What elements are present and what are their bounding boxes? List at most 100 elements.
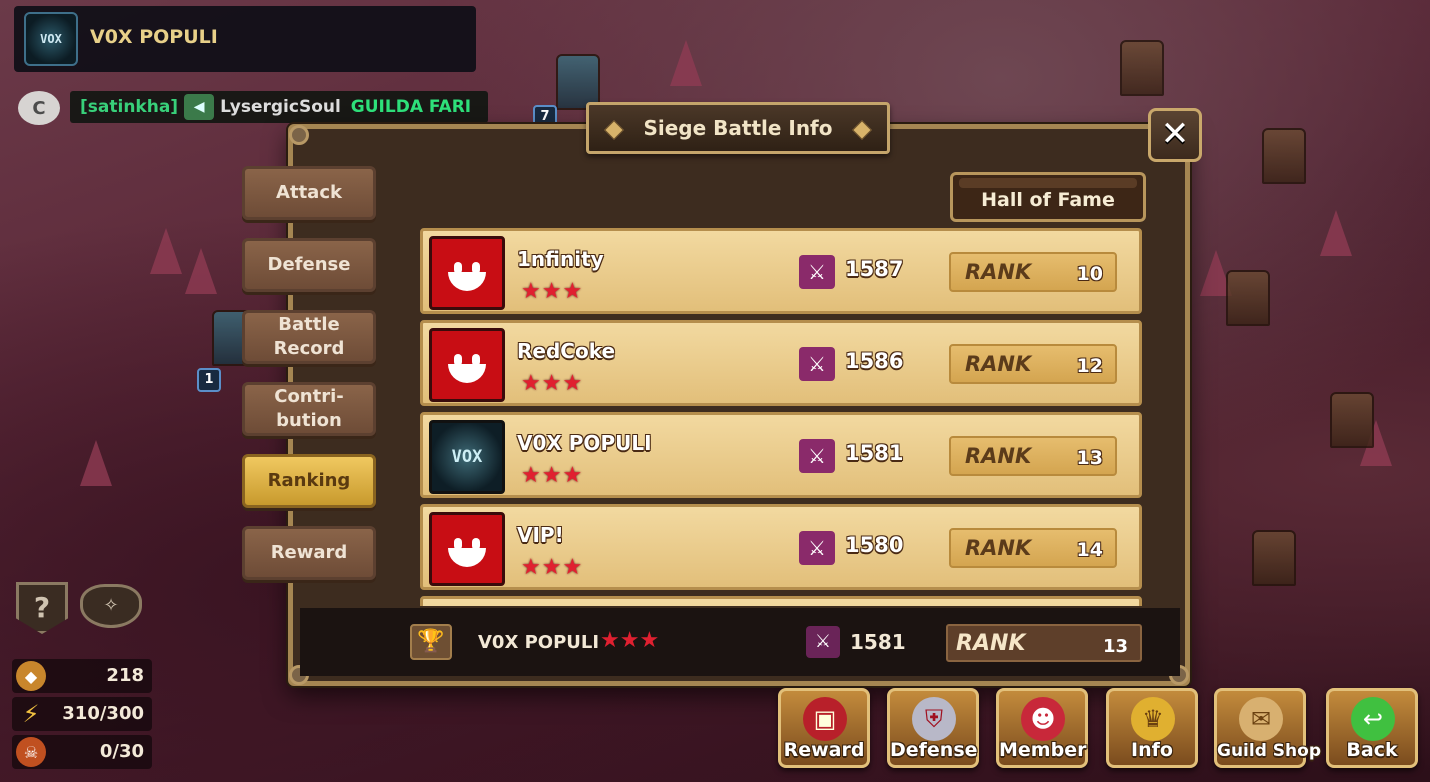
rank-label: RANK [965, 444, 1032, 468]
button-label: Reward [783, 739, 865, 761]
guild-header: VOX V0X POPULI [14, 6, 476, 72]
star-rating: ★★★ [521, 279, 584, 304]
my-guild-ranking: 🏆 V0X POPULI ★★★ ⚔ 1581 RANK 13 [300, 608, 1180, 676]
map-tower[interactable] [1262, 128, 1306, 184]
diamond-ornament [604, 120, 624, 140]
map-tower[interactable] [1330, 392, 1374, 448]
chat-user: [satinkha] [80, 97, 179, 117]
guild-avatar [429, 236, 505, 310]
crossed-swords-icon: ⚔ [799, 439, 835, 473]
map-marker[interactable]: 1 [197, 368, 221, 392]
guild-name: V0X POPULI [517, 431, 652, 455]
map-tree [185, 248, 217, 294]
guild-name: RedCoke [517, 339, 616, 363]
smile-icon [444, 526, 490, 572]
map-tree [150, 228, 182, 274]
rank-number: 13 [1076, 447, 1103, 469]
ranking-row[interactable]: VIP! ★★★ ⚔ 1580 RANK 14 [420, 504, 1142, 590]
rank-badge: RANK 10 [949, 252, 1117, 292]
rank-badge: RANK 12 [949, 344, 1117, 384]
tab-label: Contri-bution [274, 386, 344, 431]
button-label: Defense [890, 739, 978, 761]
tab-reward[interactable]: Reward [242, 526, 376, 580]
button-label: Info [1131, 739, 1173, 761]
back-button[interactable]: ↩ Back [1326, 688, 1418, 768]
guild-name: VIP! [517, 523, 564, 547]
resource-value: 218 [106, 665, 144, 686]
button-label: Back [1346, 739, 1398, 761]
resource-guild-points: ☠ 0/30 [12, 735, 152, 769]
reward-button[interactable]: ▣ Reward [778, 688, 870, 768]
guild-avatar [429, 328, 505, 402]
map-tower[interactable] [1226, 270, 1270, 326]
tab-contribution[interactable]: Contri-bution [242, 382, 376, 436]
resource-guild-coin: ◆ 218 [12, 659, 152, 693]
star-rating: ★★★ [521, 371, 584, 396]
ranking-row[interactable]: 1nfinity ★★★ ⚔ 1587 RANK 10 [420, 228, 1142, 314]
guild-score: 1587 [845, 257, 904, 281]
my-guild-stars: ★★★ [600, 628, 660, 653]
guild-emblem: VOX [24, 12, 78, 66]
guild-name: V0X POPULI [90, 26, 218, 48]
tab-battle-record[interactable]: Battle Record [242, 310, 376, 364]
energy-icon: ⚡ [22, 700, 40, 728]
rank-emblem-button[interactable]: ✧ [80, 584, 142, 628]
chat-sender-name: LysergicSoul [220, 97, 341, 117]
guild-score: 1580 [845, 533, 904, 557]
guild-score: 1581 [845, 441, 904, 465]
rank-number: 14 [1076, 539, 1103, 561]
tab-ranking[interactable]: Ranking [242, 454, 376, 508]
tab-defense[interactable]: Defense [242, 238, 376, 292]
ranking-row[interactable]: RedCoke ★★★ ⚔ 1586 RANK 12 [420, 320, 1142, 406]
close-icon: ✕ [1160, 114, 1190, 154]
button-label: Guild Shop [1217, 741, 1321, 761]
guild-shop-button[interactable]: ✉ Guild Shop [1214, 688, 1321, 768]
chest-icon: ▣ [803, 697, 847, 741]
guild-name: 1nfinity [517, 247, 604, 271]
panel-title: Siege Battle Info [643, 116, 833, 140]
crossed-swords-icon: ⚔ [799, 531, 835, 565]
rank-label: RANK [965, 260, 1032, 284]
rank-number: 12 [1076, 355, 1103, 377]
shop-icon: ✉ [1239, 697, 1283, 741]
button-label: Member [999, 739, 1087, 761]
guild-points-icon: ☠ [16, 737, 46, 767]
shield-icon: ⛨ [912, 697, 956, 741]
rank-number: 13 [1102, 636, 1128, 657]
panel-title-plate: Siege Battle Info [586, 102, 890, 154]
close-button[interactable]: ✕ [1148, 108, 1202, 162]
chat-line[interactable]: [satinkha] ◀ LysergicSoul GUILDA FARI [70, 91, 488, 123]
ranking-row-partial[interactable] [420, 596, 1142, 606]
star-rating: ★★★ [521, 555, 584, 580]
ranking-list[interactable]: 1nfinity ★★★ ⚔ 1587 RANK 10 RedCoke ★★★ … [420, 228, 1142, 606]
defense-button[interactable]: ⛨ Defense [887, 688, 979, 768]
back-arrow-icon: ↩ [1351, 697, 1395, 741]
resource-value: 0/30 [99, 741, 144, 762]
map-tower[interactable] [1252, 530, 1296, 586]
rank-badge: RANK 14 [949, 528, 1117, 568]
my-guild-rank-badge: RANK 13 [946, 624, 1142, 662]
megaphone-icon: ◀ [184, 94, 215, 120]
info-button[interactable]: ♛ Info [1106, 688, 1198, 768]
chat-message: GUILDA FARI [350, 97, 472, 117]
panel-rivet [289, 125, 309, 145]
ranking-row[interactable]: VOX V0X POPULI ★★★ ⚔ 1581 RANK 13 [420, 412, 1142, 498]
my-guild-name: V0X POPULI [478, 632, 600, 653]
resource-value: 310/300 [62, 703, 144, 724]
trophy-icon: ♛ [1131, 697, 1175, 741]
my-guild-score: 1581 [850, 630, 906, 654]
chat-channel-button[interactable]: C [18, 91, 60, 125]
rank-badge: RANK 13 [949, 436, 1117, 476]
diamond-ornament [852, 120, 872, 140]
rank-label: RANK [965, 536, 1032, 560]
wings-icon: ✧ [103, 595, 119, 616]
member-icon: ☻ [1021, 697, 1065, 741]
crossed-swords-icon: ⚔ [799, 347, 835, 381]
member-button[interactable]: ☻ Member [996, 688, 1088, 768]
rank-label: RANK [956, 631, 1026, 656]
hall-of-fame-button[interactable]: Hall of Fame [950, 172, 1146, 222]
crossed-swords-icon: ⚔ [799, 255, 835, 289]
tab-attack[interactable]: Attack [242, 166, 376, 220]
map-tower[interactable] [1120, 40, 1164, 96]
map-tree [80, 440, 112, 486]
